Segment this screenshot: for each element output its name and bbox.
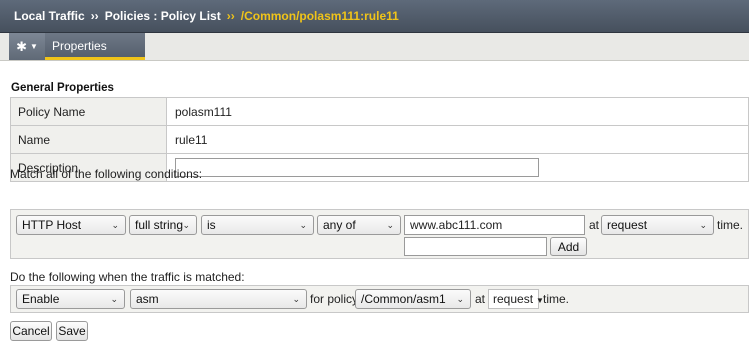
action-at-label: at — [475, 292, 486, 306]
chevron-down-icon: ⌄ — [456, 294, 464, 304]
action-type-value: Enable — [22, 292, 60, 306]
tab-properties[interactable]: Properties — [45, 33, 145, 60]
chevron-down-icon: ▼ — [29, 42, 38, 51]
policy-name-value: polasm111 — [166, 97, 749, 126]
chevron-down-icon: ⌄ — [299, 220, 307, 230]
chevron-down-icon: ⌄ — [110, 294, 118, 304]
condition-operator-value: is — [207, 218, 216, 232]
breadcrumb: Local Traffic ›› Policies : Policy List … — [0, 0, 749, 33]
conditions-block: HTTP Host ⌄ full string ⌄ is ⌄ any of ⌄ www.… — [10, 209, 749, 259]
condition-operator-select[interactable]: is ⌄ — [201, 215, 314, 235]
chevron-down-icon: ⌄ — [111, 220, 119, 230]
condition-operand-select[interactable]: HTTP Host ⌄ — [16, 215, 126, 235]
action-event-value: request — [493, 292, 534, 306]
breadcrumb-policy-list[interactable]: Policies : Policy List — [105, 9, 221, 23]
description-input[interactable] — [175, 158, 539, 177]
condition-selector-select[interactable]: full string ⌄ — [129, 215, 197, 235]
for-policy-label: for policy — [310, 292, 359, 306]
condition-event-select[interactable]: request ⌄ — [601, 215, 714, 235]
actions-block: Enable ⌄ asm ⌄ for policy /Common/asm1 ⌄ at… — [10, 285, 749, 313]
general-properties-title: General Properties — [11, 82, 114, 94]
add-value-button[interactable]: Add — [550, 237, 587, 256]
action-policy-select[interactable]: /Common/asm1 ⌄ — [355, 289, 471, 309]
save-button[interactable]: Save — [56, 321, 88, 341]
table-row: Policy Name polasm111 — [10, 97, 749, 126]
table-row: Name rule11 — [10, 125, 749, 154]
conditions-title: Match all of the following conditions: — [10, 167, 203, 181]
tab-bar: ✱ ▼ Properties — [0, 33, 749, 61]
condition-value-item[interactable]: www.abc111.com — [404, 215, 585, 235]
chevron-down-icon: ⌄ — [292, 294, 300, 304]
condition-event-value: request — [607, 218, 648, 232]
condition-quantifier-select[interactable]: any of ⌄ — [317, 215, 401, 235]
action-type-select[interactable]: Enable ⌄ — [16, 289, 125, 309]
gear-menu-button[interactable]: ✱ ▼ — [9, 33, 45, 60]
name-value: rule11 — [166, 125, 749, 154]
condition-quantifier-value: any of — [323, 218, 356, 232]
condition-operand-value: HTTP Host — [22, 218, 82, 232]
breadcrumb-separator: ›› — [90, 9, 99, 23]
condition-time-label: time. — [717, 218, 744, 232]
condition-at-label: at — [589, 218, 600, 232]
condition-selector-value: full string — [135, 218, 184, 232]
actions-title: Do the following when the traffic is mat… — [10, 270, 245, 284]
action-target-value: asm — [136, 292, 159, 306]
gear-icon: ✱ — [16, 38, 27, 54]
action-target-select[interactable]: asm ⌄ — [130, 289, 307, 309]
action-event-select[interactable]: request ▼ — [488, 289, 544, 309]
action-policy-value: /Common/asm1 — [361, 292, 446, 306]
chevron-down-icon: ⌄ — [386, 220, 394, 230]
chevron-down-icon: ⌄ — [699, 220, 707, 230]
action-time-label: time. — [543, 292, 570, 306]
policy-name-label: Policy Name — [10, 97, 167, 126]
chevron-down-icon: ⌄ — [182, 220, 190, 230]
breadcrumb-separator: ›› — [226, 9, 235, 23]
breadcrumb-current: /Common/polasm111:rule11 — [240, 9, 399, 23]
breadcrumb-local-traffic[interactable]: Local Traffic — [14, 9, 85, 23]
name-label: Name — [10, 125, 167, 154]
condition-new-value-input[interactable] — [404, 237, 547, 256]
cancel-button[interactable]: Cancel — [10, 321, 52, 341]
